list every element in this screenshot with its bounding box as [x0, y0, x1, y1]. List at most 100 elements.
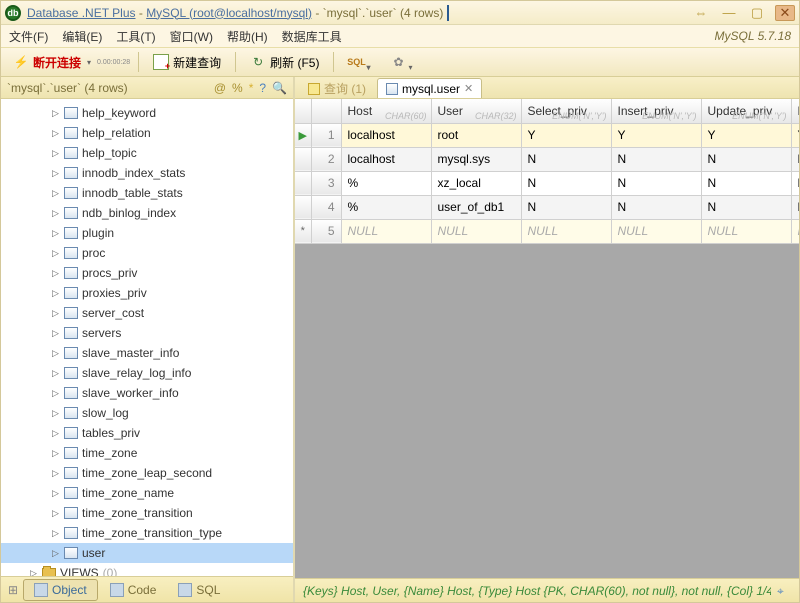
cell-Select_priv[interactable]: N [521, 171, 611, 195]
tab-query[interactable]: 查询 (1) [299, 78, 375, 98]
cell-Insert_priv[interactable]: N [611, 171, 701, 195]
tree-table-procs_priv[interactable]: ▷procs_priv [1, 263, 293, 283]
cell-User[interactable]: xz_local [431, 171, 521, 195]
expander-icon[interactable]: ▷ [51, 429, 60, 438]
cell-Insert_priv[interactable]: N [611, 195, 701, 219]
table-row[interactable]: ▶1localhostrootYYYY [295, 123, 799, 147]
table-row[interactable]: 2localhostmysql.sysNNNN [295, 147, 799, 171]
expander-icon[interactable]: ▷ [51, 109, 60, 118]
tab-data-table[interactable]: mysql.user ✕ [377, 78, 482, 98]
cell-Delete_priv[interactable]: N [791, 147, 799, 171]
settings-dropdown[interactable]: ✿ [384, 52, 412, 72]
search-icon[interactable]: 🔍 [272, 81, 287, 95]
expander-icon[interactable]: ▷ [51, 529, 60, 538]
cell-Update_priv[interactable]: Y [701, 123, 791, 147]
tree-folder-views[interactable]: ▷VIEWS (0) [1, 563, 293, 576]
table-row[interactable]: *5NULLNULLNULLNULLNULLNULL [295, 219, 799, 243]
cell-Insert_priv[interactable]: Y [611, 123, 701, 147]
column-header-Update_priv[interactable]: Update_privENUM('N','Y') [701, 99, 791, 123]
expander-icon[interactable]: ▷ [51, 369, 60, 378]
expander-icon[interactable]: ▷ [51, 349, 60, 358]
expander-icon[interactable]: ▷ [51, 389, 60, 398]
expander-icon[interactable]: ▷ [51, 489, 60, 498]
cell-Update_priv[interactable]: NULL [701, 219, 791, 243]
expander-icon[interactable]: ▷ [29, 569, 38, 577]
expander-icon[interactable]: ▷ [51, 189, 60, 198]
tab-code[interactable]: Code [100, 580, 167, 600]
cell-User[interactable]: root [431, 123, 521, 147]
tree-table-ndb_binlog_index[interactable]: ▷ndb_binlog_index [1, 203, 293, 223]
tab-sql[interactable]: SQL [168, 580, 230, 600]
expander-icon[interactable]: ▷ [51, 249, 60, 258]
menu-tools[interactable]: 工具(T) [116, 28, 155, 45]
close-tab-icon[interactable]: ✕ [464, 82, 473, 95]
cell-Select_priv[interactable]: N [521, 195, 611, 219]
cell-User[interactable]: mysql.sys [431, 147, 521, 171]
expander-icon[interactable]: ▷ [51, 329, 60, 338]
disconnect-button[interactable]: ⚡ 断开连接 ▾ [7, 52, 97, 73]
cell-Host[interactable]: localhost [341, 123, 431, 147]
tree-table-user[interactable]: ▷user [1, 543, 293, 563]
expander-icon[interactable]: ▷ [51, 549, 60, 558]
expander-icon[interactable]: ▷ [51, 209, 60, 218]
tree-table-slave_master_info[interactable]: ▷slave_master_info [1, 343, 293, 363]
tree-table-slave_worker_info[interactable]: ▷slave_worker_info [1, 383, 293, 403]
tree-table-innodb_index_stats[interactable]: ▷innodb_index_stats [1, 163, 293, 183]
expander-icon[interactable]: ▷ [51, 149, 60, 158]
refresh-button[interactable]: ↻ 刷新 (F5) [244, 52, 325, 73]
tree-table-help_keyword[interactable]: ▷help_keyword [1, 103, 293, 123]
expander-icon[interactable]: ▷ [51, 129, 60, 138]
menu-db-tools[interactable]: 数据库工具 [282, 28, 342, 45]
tree-table-innodb_table_stats[interactable]: ▷innodb_table_stats [1, 183, 293, 203]
help-symbol[interactable]: ? [259, 81, 266, 95]
cell-Delete_priv[interactable]: Y [791, 123, 799, 147]
percent-symbol[interactable]: % [232, 81, 243, 95]
settings-dots-icon[interactable]: ⇔ [691, 5, 711, 21]
menu-help[interactable]: 帮助(H) [227, 28, 268, 45]
tab-object[interactable]: Object [23, 579, 98, 601]
object-tree[interactable]: ▷help_keyword▷help_relation▷help_topic▷i… [1, 99, 293, 576]
tree-table-proc[interactable]: ▷proc [1, 243, 293, 263]
expander-icon[interactable]: ▷ [51, 449, 60, 458]
expander-icon[interactable]: ▷ [51, 309, 60, 318]
expand-icon[interactable]: ⊞ [5, 582, 21, 598]
expander-icon[interactable]: ▷ [51, 169, 60, 178]
tree-table-servers[interactable]: ▷servers [1, 323, 293, 343]
column-header-Delete_priv[interactable]: Delete_privENUM('N','Y') [791, 99, 799, 123]
cell-Select_priv[interactable]: NULL [521, 219, 611, 243]
expander-icon[interactable]: ▷ [51, 469, 60, 478]
cell-User[interactable]: NULL [431, 219, 521, 243]
cell-Host[interactable]: localhost [341, 147, 431, 171]
tree-table-plugin[interactable]: ▷plugin [1, 223, 293, 243]
menu-edit[interactable]: 编辑(E) [62, 28, 102, 45]
tree-table-time_zone_name[interactable]: ▷time_zone_name [1, 483, 293, 503]
cell-Delete_priv[interactable]: N [791, 171, 799, 195]
cell-Select_priv[interactable]: Y [521, 123, 611, 147]
cell-Delete_priv[interactable]: NULL [791, 219, 799, 243]
data-grid[interactable]: HostCHAR(60)UserCHAR(32)Select_privENUM(… [295, 99, 799, 244]
column-header-Host[interactable]: HostCHAR(60) [341, 99, 431, 123]
column-header-Select_priv[interactable]: Select_privENUM('N','Y') [521, 99, 611, 123]
cell-Host[interactable]: % [341, 171, 431, 195]
tree-table-proxies_priv[interactable]: ▷proxies_priv [1, 283, 293, 303]
tree-table-server_cost[interactable]: ▷server_cost [1, 303, 293, 323]
table-row[interactable]: 3%xz_localNNNN [295, 171, 799, 195]
tree-table-time_zone[interactable]: ▷time_zone [1, 443, 293, 463]
close-button[interactable]: ✕ [775, 5, 795, 21]
cell-Insert_priv[interactable]: N [611, 147, 701, 171]
tree-table-time_zone_transition_type[interactable]: ▷time_zone_transition_type [1, 523, 293, 543]
tree-table-help_topic[interactable]: ▷help_topic [1, 143, 293, 163]
cell-Host[interactable]: % [341, 195, 431, 219]
sql-dropdown[interactable]: SQL [342, 52, 370, 72]
expander-icon[interactable]: ▷ [51, 269, 60, 278]
tree-table-time_zone_transition[interactable]: ▷time_zone_transition [1, 503, 293, 523]
new-query-button[interactable]: 新建查询 [147, 52, 227, 73]
minimize-button[interactable]: — [719, 5, 739, 21]
at-symbol[interactable]: @ [214, 81, 226, 95]
cell-Update_priv[interactable]: N [701, 147, 791, 171]
data-grid-container[interactable]: HostCHAR(60)UserCHAR(32)Select_privENUM(… [295, 99, 799, 578]
tree-table-tables_priv[interactable]: ▷tables_priv [1, 423, 293, 443]
column-header-User[interactable]: UserCHAR(32) [431, 99, 521, 123]
column-header-Insert_priv[interactable]: Insert_privENUM('N','Y') [611, 99, 701, 123]
cell-User[interactable]: user_of_db1 [431, 195, 521, 219]
